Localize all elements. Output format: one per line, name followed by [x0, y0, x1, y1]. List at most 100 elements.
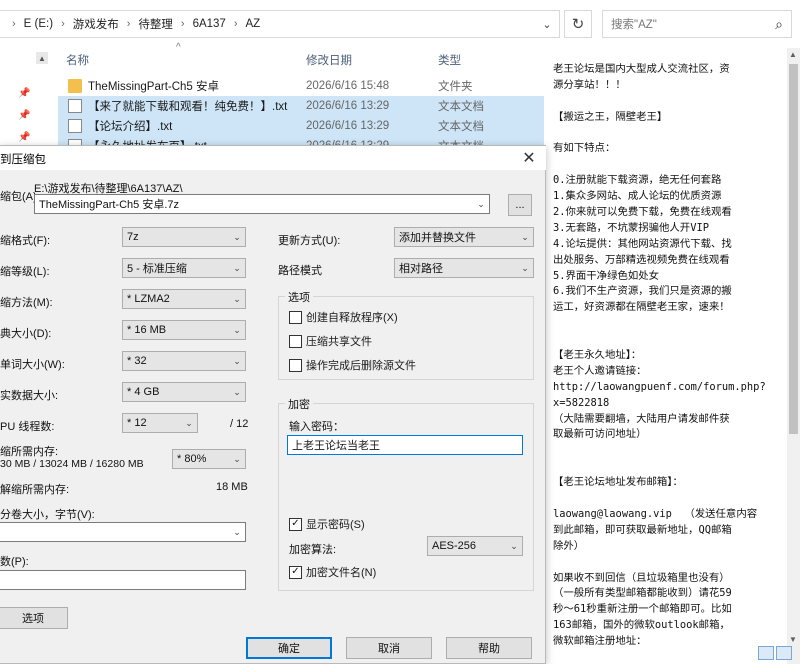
chevron-down-icon: ⌄	[233, 386, 241, 397]
parameters-input[interactable]	[0, 570, 246, 590]
search-placeholder: 搜索"AZ"	[611, 19, 657, 31]
dictionary-select[interactable]: * 16 MB ⌄	[122, 320, 246, 340]
preview-scrollbar[interactable]: ▲ ▼	[787, 48, 800, 664]
encryption-method-label: 加密算法:	[289, 544, 337, 556]
large-icons-view-icon[interactable]	[776, 646, 792, 660]
preview-line	[553, 491, 787, 507]
breadcrumb-item-games[interactable]: 游戏发布	[73, 16, 119, 32]
preview-line	[553, 459, 787, 475]
checkbox-unchecked-icon	[289, 358, 302, 372]
format-label: 缩格式(F):	[0, 235, 51, 247]
options-group: 选项 创建自释放程序(X) 压缩共享文件 操作完成后删除源文件	[278, 289, 534, 380]
compress-shared-checkbox[interactable]: 压缩共享文件	[289, 333, 372, 349]
encrypt-names-label: 加密文件名(N)	[306, 567, 377, 579]
file-date: 2026/6/16 15:48	[306, 80, 390, 92]
chevron-down-icon: ⌄	[233, 324, 241, 335]
dialog-title: 到压缩包	[0, 154, 46, 166]
method-select[interactable]: * LZMA2 ⌄	[122, 289, 246, 309]
refresh-icon: ↻	[571, 16, 585, 33]
threads-select[interactable]: * 12 ⌄	[122, 413, 198, 433]
scrollbar-thumb[interactable]	[789, 64, 798, 434]
details-view-icon[interactable]	[758, 646, 774, 660]
preview-line: 163邮箱，国外的微软outlook邮箱，	[553, 619, 730, 632]
cancel-button[interactable]: 取消	[346, 637, 432, 659]
pin-icon: 📌	[18, 132, 31, 143]
preview-line	[553, 126, 787, 142]
breadcrumb-item-drive[interactable]: E (E:)	[24, 18, 53, 30]
search-input[interactable]: 搜索"AZ" ⌕	[602, 10, 792, 38]
sort-ascending-icon: ^	[176, 42, 181, 53]
column-header-date[interactable]: 修改日期	[306, 52, 352, 68]
file-row-txt[interactable]: 【论坛介绍】.txt 2026/6/16 13:29 文本文档	[58, 116, 544, 136]
encryption-group: 加密 输入密码： 上老王论坛当老王 ✓ 显示密码(S) 加密算法: AES-25…	[278, 396, 534, 591]
refresh-button[interactable]: ↻	[564, 10, 592, 38]
chevron-down-icon: ⌄	[233, 526, 241, 537]
password-input[interactable]: 上老王论坛当老王	[287, 435, 523, 455]
preview-line: 出处服务、万部精选视频免费在线观看	[553, 253, 730, 266]
word-size-select[interactable]: * 32 ⌄	[122, 351, 246, 371]
browse-button[interactable]: ...	[508, 194, 532, 216]
column-header-type[interactable]: 类型	[438, 52, 461, 68]
options-button[interactable]: 选项	[0, 607, 68, 629]
chevron-down-icon: ⌄	[521, 262, 529, 273]
level-select[interactable]: 5 - 标准压缩 ⌄	[122, 258, 246, 278]
delete-after-checkbox[interactable]: 操作完成后删除源文件	[289, 357, 416, 373]
address-history-chevron-icon[interactable]: ⌄	[535, 11, 559, 37]
preview-line: （一般所有类型邮箱都能收到）请花59	[553, 587, 732, 600]
encryption-method-value: AES-256	[432, 540, 477, 552]
word-size-label: 单词大小(W):	[0, 359, 65, 371]
view-mode-toggle[interactable]	[758, 646, 798, 662]
dialog-titlebar[interactable]: 到压缩包 ✕	[0, 146, 546, 170]
breadcrumb-item-pending[interactable]: 待整理	[138, 16, 173, 32]
archive-name-combo[interactable]: TheMissingPart-Ch5 安卓.7z ⌄	[34, 194, 490, 214]
dictionary-value: * 16 MB	[127, 324, 167, 336]
text-file-icon	[68, 119, 82, 133]
column-header-name[interactable]: 名称	[66, 52, 89, 68]
address-bar[interactable]: › E (E:) › 游戏发布 › 待整理 › 6A137 › AZ ⌄	[0, 10, 560, 38]
word-size-value: * 32	[127, 355, 147, 367]
breadcrumb-chevron-icon: ›	[126, 18, 131, 30]
encrypt-names-checkbox[interactable]: ✓ 加密文件名(N)	[289, 564, 376, 580]
file-row-txt[interactable]: 【来了就能下载和观看！纯免费！】.txt 2026/6/16 13:29 文本文…	[58, 96, 544, 116]
path-mode-select[interactable]: 相对路径 ⌄	[394, 258, 534, 278]
file-name: 【来了就能下载和观看！纯免费！】.txt	[88, 101, 288, 113]
path-mode-value: 相对路径	[399, 263, 443, 275]
preview-line: 源分享站！！！	[553, 78, 626, 91]
scroll-down-icon[interactable]: ▼	[789, 635, 797, 644]
update-mode-select[interactable]: 添加并替换文件 ⌄	[394, 227, 534, 247]
format-select[interactable]: 7z ⌄	[122, 227, 246, 247]
file-type: 文本文档	[438, 121, 484, 133]
show-password-checkbox[interactable]: ✓ 显示密码(S)	[289, 516, 365, 532]
preview-line: 秒～61秒重新注册一个邮箱即可。比如	[553, 603, 732, 616]
solid-block-select[interactable]: * 4 GB ⌄	[122, 382, 246, 402]
nav-scroll-up-icon[interactable]: ▲	[36, 52, 48, 64]
preview-line	[553, 157, 787, 173]
chevron-down-icon: ⌄	[233, 293, 241, 304]
preview-line: x=5822818	[553, 396, 610, 409]
file-row-folder[interactable]: TheMissingPart-Ch5 安卓 2026/6/16 15:48 文件…	[58, 76, 544, 96]
ok-button[interactable]: 确定	[246, 637, 332, 659]
show-password-label: 显示密码(S)	[306, 519, 365, 531]
preview-line: （大陆需要翻墙，大陆用户请发邮件获	[553, 412, 730, 425]
decompress-memory-label: 解缩所需内存:	[0, 484, 70, 496]
navigation-pane: ▲ 📌 📌 📌	[0, 48, 56, 148]
archive-name-value: TheMissingPart-Ch5 安卓.7z	[39, 199, 179, 211]
help-button[interactable]: 帮助	[446, 637, 532, 659]
scroll-up-icon[interactable]: ▲	[789, 50, 797, 59]
close-icon[interactable]: ✕	[518, 148, 540, 168]
checkbox-unchecked-icon	[289, 334, 302, 348]
memory-usage-select[interactable]: * 80% ⌄	[172, 449, 246, 469]
preview-line: 除外）	[553, 539, 585, 552]
preview-line: 6.我们不生产资源，我们只是资源的搬	[553, 285, 732, 298]
split-volume-combo[interactable]: ⌄	[0, 522, 246, 542]
breadcrumb-item-6a137[interactable]: 6A137	[193, 18, 226, 30]
chevron-down-icon: ⌄	[521, 231, 529, 242]
preview-line: 老王个人邀请链接：	[553, 364, 647, 377]
update-mode-value: 添加并替换文件	[399, 232, 476, 244]
archive-label: 缩包(A)	[0, 191, 37, 203]
compress-memory-value: 30 MB / 13024 MB / 16280 MB	[0, 458, 144, 470]
encryption-method-select[interactable]: AES-256 ⌄	[427, 536, 523, 556]
file-type: 文本文档	[438, 101, 484, 113]
breadcrumb-item-az[interactable]: AZ	[246, 18, 261, 30]
create-sfx-checkbox[interactable]: 创建自释放程序(X)	[289, 309, 398, 325]
